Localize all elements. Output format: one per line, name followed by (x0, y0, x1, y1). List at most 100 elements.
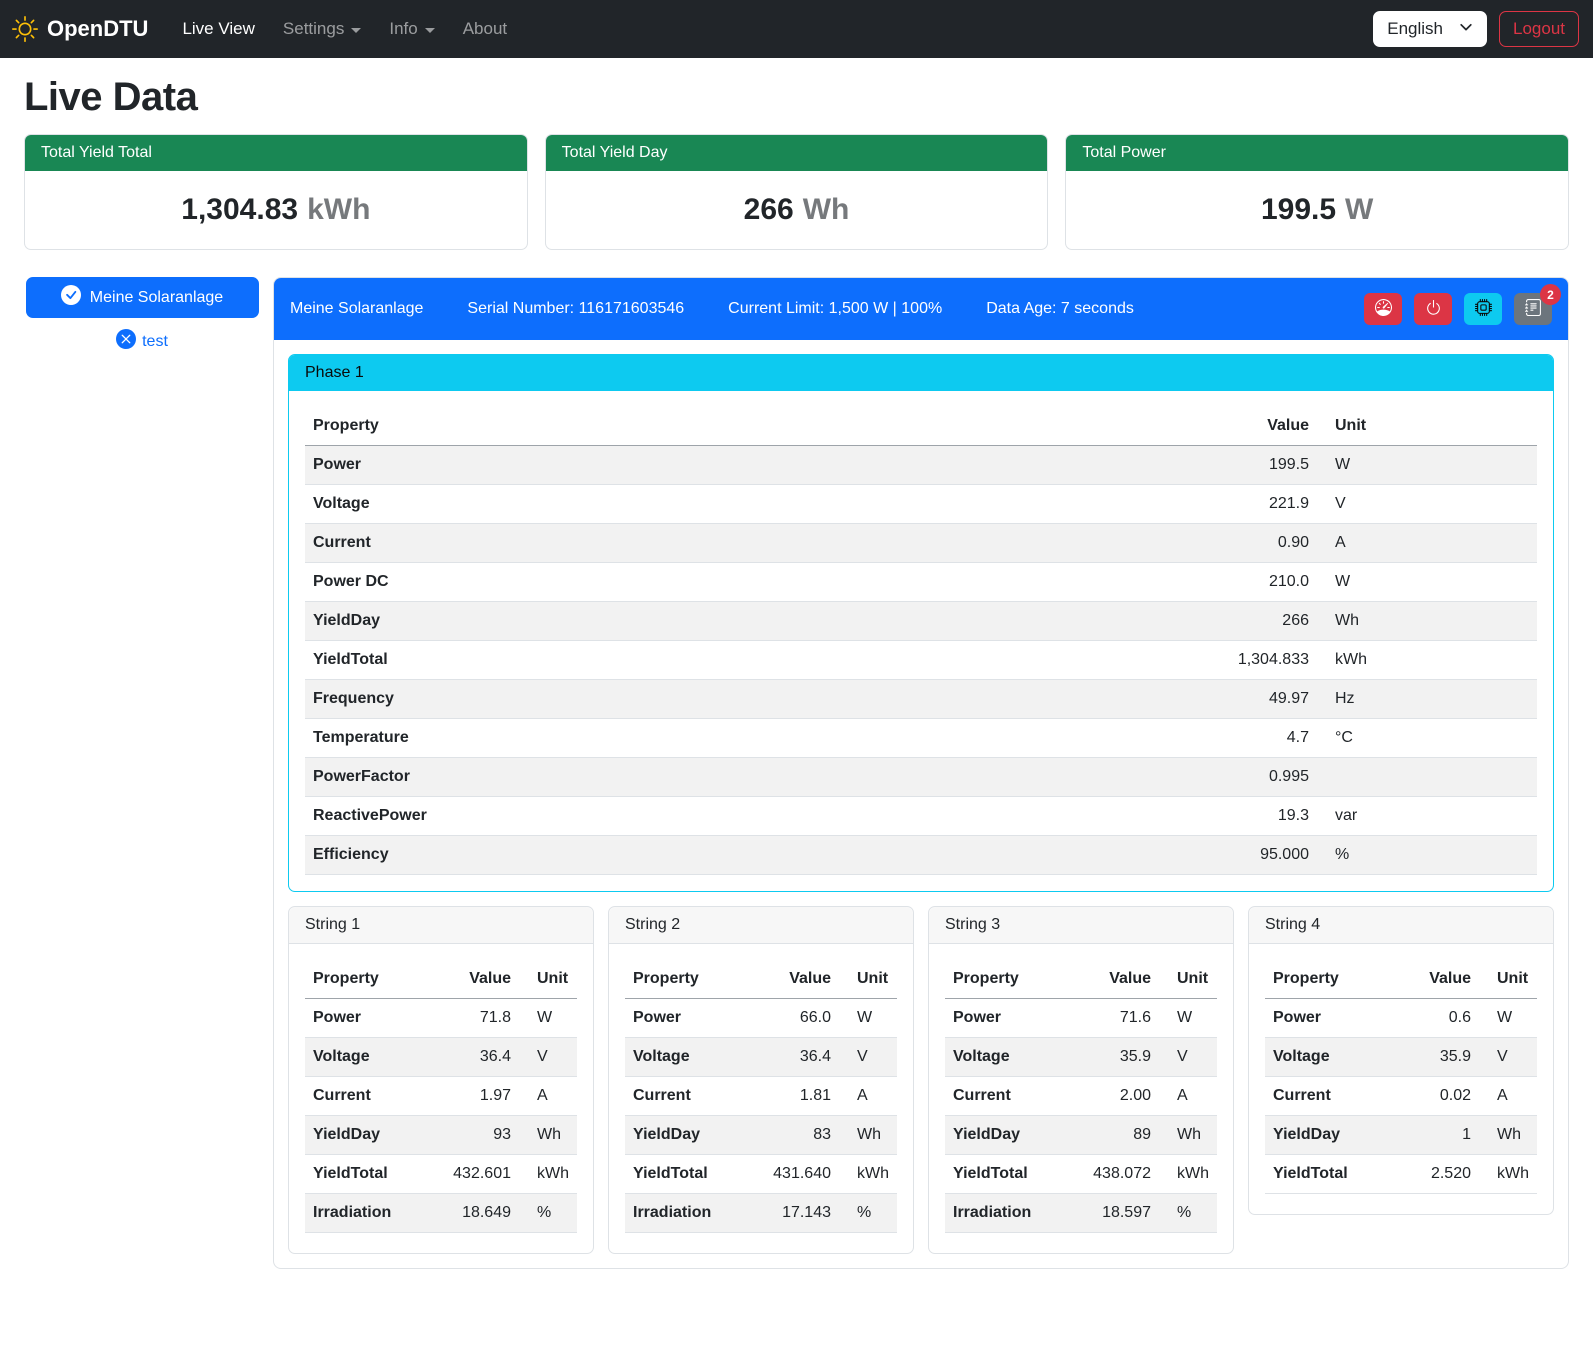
value-cell: 17.143 (745, 1194, 839, 1233)
value-cell: 1.97 (425, 1077, 519, 1116)
string-table-row: YieldTotal 432.601 kWh (305, 1155, 577, 1194)
summary-cards-row: Total Yield Total 1,304.83kWh Total Yiel… (24, 134, 1569, 250)
summary-card-yield-day: Total Yield Day 266Wh (545, 134, 1049, 250)
unit-cell: A (839, 1077, 897, 1116)
unit-cell: Wh (1317, 602, 1537, 641)
unit-cell: var (1317, 797, 1537, 836)
property-cell: YieldTotal (1265, 1155, 1396, 1194)
summary-card-value: 1,304.83 (181, 193, 298, 226)
unit-cell: Wh (839, 1116, 897, 1155)
nav-item-about[interactable]: About (451, 11, 519, 47)
limit-settings-button[interactable] (1364, 293, 1402, 325)
phase-card: Phase 1 Property Value Unit (288, 354, 1554, 892)
value-cell: 1 (1396, 1116, 1479, 1155)
string-table: Property Value Unit Power (305, 960, 577, 1233)
nav-item-live-view[interactable]: Live View (170, 11, 266, 47)
property-cell: Current (1265, 1077, 1396, 1116)
column-header-property: Property (625, 960, 745, 999)
property-cell: Irradiation (625, 1194, 745, 1233)
value-cell: 66.0 (745, 999, 839, 1038)
unit-cell: V (1317, 485, 1537, 524)
string-table-header-row: Property Value Unit (1265, 960, 1537, 999)
property-cell: YieldTotal (625, 1155, 745, 1194)
string-card-title: String 1 (289, 907, 593, 944)
power-toggle-button[interactable] (1414, 293, 1452, 325)
string-table-row: Irradiation 18.597 % (945, 1194, 1217, 1233)
summary-card-body: 199.5W (1066, 171, 1568, 249)
phase-table-row: ReactivePower 19.3 var (305, 797, 1537, 836)
inverter-card: Meine Solaranlage Serial Number: 1161716… (273, 277, 1569, 1269)
column-header-value: Value (1396, 960, 1479, 999)
value-cell: 35.9 (1065, 1038, 1159, 1077)
main-row: Meine Solaranlage test Meine Solaranlage… (24, 277, 1569, 1269)
inverter-sidebar: Meine Solaranlage test (24, 277, 260, 354)
brand[interactable]: OpenDTU (12, 16, 148, 42)
inverter-item-test-label: test (142, 333, 168, 351)
value-cell: 221.9 (910, 485, 1317, 524)
device-info-button[interactable] (1464, 293, 1502, 325)
property-cell: YieldDay (305, 1116, 425, 1155)
unit-cell: W (1479, 999, 1537, 1038)
phase-table-row: YieldTotal 1,304.833 kWh (305, 641, 1537, 680)
property-cell: Voltage (625, 1038, 745, 1077)
string-card-body: Property Value Unit Power (289, 944, 593, 1253)
unit-cell: A (1479, 1077, 1537, 1116)
property-cell: Power DC (305, 563, 910, 602)
property-cell: Power (305, 446, 910, 485)
property-cell: YieldDay (1265, 1116, 1396, 1155)
string-table: Property Value Unit Power (1265, 960, 1537, 1194)
string-table-row: YieldDay 89 Wh (945, 1116, 1217, 1155)
summary-card-value: 266 (744, 193, 794, 226)
string-table-row: Current 1.97 A (305, 1077, 577, 1116)
inverter-select-button[interactable]: Meine Solaranlage (26, 277, 259, 318)
event-log-button[interactable]: 2 (1514, 293, 1552, 325)
page-title: Live Data (24, 75, 1569, 120)
string-table-row: Current 1.81 A (625, 1077, 897, 1116)
inverter-item-test[interactable]: test (116, 329, 168, 354)
string-table-row: Power 66.0 W (625, 999, 897, 1038)
unit-cell: W (519, 999, 577, 1038)
unit-cell: % (1317, 836, 1537, 875)
summary-card-title: Total Yield Day (546, 135, 1048, 171)
property-cell: Power (945, 999, 1065, 1038)
phase-table-row: Power DC 210.0 W (305, 563, 1537, 602)
logout-button[interactable]: Logout (1499, 11, 1579, 47)
inverter-limit: Current Limit: 1,500 W | 100% (728, 300, 942, 318)
unit-cell: % (839, 1194, 897, 1233)
summary-card-body: 266Wh (546, 171, 1048, 249)
property-cell: Voltage (1265, 1038, 1396, 1077)
string-table-row: Irradiation 18.649 % (305, 1194, 577, 1233)
column-header-property: Property (945, 960, 1065, 999)
language-select[interactable]: English (1373, 11, 1487, 47)
nav-item-info[interactable]: Info (377, 11, 446, 47)
language-select-value: English (1387, 19, 1443, 39)
nav-item-settings[interactable]: Settings (271, 11, 373, 47)
inverter-name: Meine Solaranlage (290, 300, 423, 318)
property-cell: YieldDay (625, 1116, 745, 1155)
phase-table-row: PowerFactor 0.995 (305, 758, 1537, 797)
value-cell: 1.81 (745, 1077, 839, 1116)
summary-card-yield-total: Total Yield Total 1,304.83kWh (24, 134, 528, 250)
value-cell: 0.995 (910, 758, 1317, 797)
string-card-title: String 3 (929, 907, 1233, 944)
unit-cell: % (519, 1194, 577, 1233)
value-cell: 0.02 (1396, 1077, 1479, 1116)
string-table-row: Power 71.6 W (945, 999, 1217, 1038)
phase-table-row: Current 0.90 A (305, 524, 1537, 563)
summary-card-unit: W (1345, 193, 1373, 226)
string-table-row: YieldDay 93 Wh (305, 1116, 577, 1155)
unit-cell: Wh (519, 1116, 577, 1155)
nav-item-settings-label: Settings (283, 19, 344, 39)
sun-icon (12, 16, 38, 42)
phase-card-body: Property Value Unit Power 199.5 (289, 391, 1553, 891)
value-cell: 431.640 (745, 1155, 839, 1194)
string-table-header-row: Property Value Unit (625, 960, 897, 999)
string-card-1: String 1 Property Value Unit (288, 906, 594, 1254)
property-cell: Current (625, 1077, 745, 1116)
column-header-value: Value (745, 960, 839, 999)
caret-down-icon (351, 28, 361, 33)
property-cell: YieldDay (305, 602, 910, 641)
property-cell: Current (305, 524, 910, 563)
column-header-property: Property (305, 407, 910, 446)
value-cell: 0.90 (910, 524, 1317, 563)
